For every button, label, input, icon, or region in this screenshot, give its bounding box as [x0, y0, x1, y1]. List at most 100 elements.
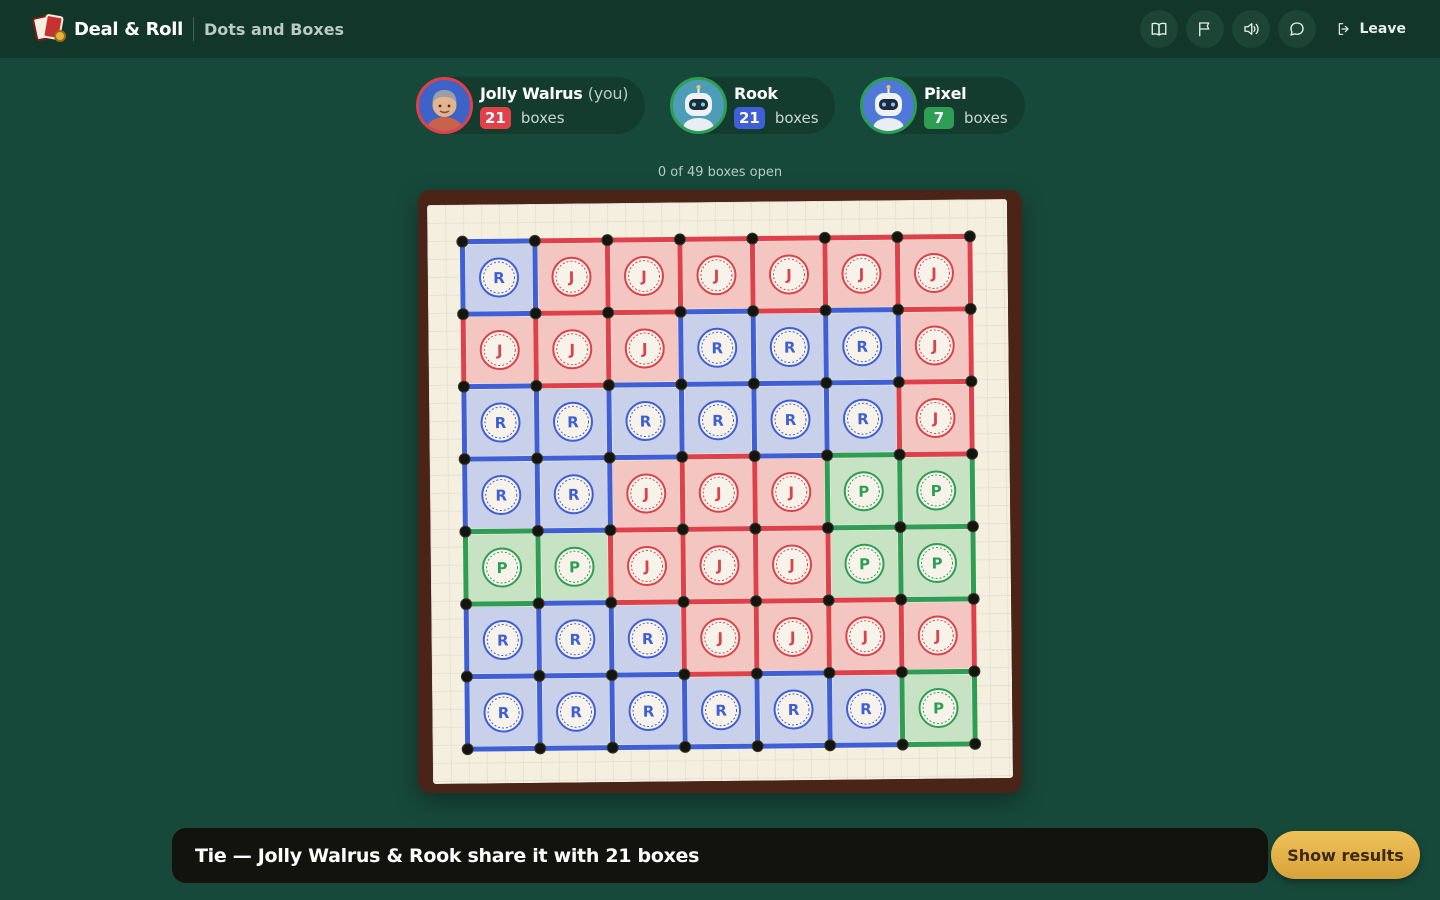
- drawn-edge: [968, 306, 974, 384]
- drawn-edge: [823, 307, 829, 386]
- grid-dot: [678, 668, 691, 681]
- owner-label: J: [640, 268, 647, 286]
- grid-dot: [965, 375, 978, 388]
- drawn-edge: [609, 671, 687, 678]
- drawn-edge: [463, 601, 470, 680]
- drawn-edge: [899, 668, 977, 675]
- grid-dot: [892, 376, 905, 389]
- chat-button[interactable]: [1277, 10, 1316, 48]
- grid-dot: [969, 737, 982, 750]
- owner-label: R: [640, 412, 652, 430]
- owner-label: J: [785, 266, 792, 284]
- drawn-edge: [536, 600, 542, 679]
- drawn-edge: [899, 669, 906, 748]
- resign-button[interactable]: [1185, 10, 1224, 48]
- brand[interactable]: Deal & Roll Dots and Boxes: [31, 13, 344, 44]
- drawn-edge: [827, 742, 906, 748]
- drawn-edge: [826, 597, 832, 676]
- leave-button[interactable]: Leave: [1336, 21, 1406, 37]
- show-results-button[interactable]: Show results: [1271, 831, 1420, 879]
- sound-button[interactable]: [1231, 10, 1270, 48]
- owner-label: R: [860, 700, 872, 718]
- owner-label: P: [931, 554, 942, 572]
- grid-dot: [457, 380, 470, 393]
- grid-dot: [528, 234, 541, 247]
- drawn-edge: [822, 235, 829, 313]
- drawn-edge: [605, 310, 612, 388]
- robot-avatar: [860, 77, 917, 134]
- grid-dot: [963, 230, 976, 243]
- flag-icon: [1198, 22, 1209, 37]
- drawn-edge: [681, 671, 760, 677]
- drawn-edge: [459, 238, 538, 245]
- drawn-edge: [679, 453, 758, 460]
- grid-dot: [673, 233, 686, 246]
- drawn-edge: [604, 236, 683, 243]
- drawn-edge: [896, 378, 974, 385]
- drawn-edge: [970, 523, 977, 602]
- drawn-edge: [607, 454, 685, 461]
- drawn-edge: [967, 233, 974, 312]
- drawn-edge: [826, 669, 905, 676]
- drawn-edge: [606, 381, 684, 388]
- owner-label: J: [716, 557, 723, 575]
- drawn-edge: [823, 380, 830, 458]
- player-card-pixel: Pixel 7 boxes: [860, 77, 1025, 134]
- score-badge: 7: [924, 106, 954, 129]
- drawn-edge: [753, 598, 760, 677]
- brand-name: Deal & Roll: [74, 18, 183, 40]
- result-banner: Tie — Jolly Walrus & Rook share it with …: [172, 828, 1268, 883]
- drawn-edge: [680, 526, 758, 532]
- drawn-edge: [895, 307, 902, 385]
- drawn-edge: [823, 379, 902, 386]
- drawn-edge: [750, 308, 757, 387]
- drawn-edge: [533, 310, 611, 316]
- grid-dot: [459, 525, 472, 538]
- grid-dot: [457, 308, 470, 321]
- owner-label: R: [712, 412, 724, 430]
- grid-dot: [674, 305, 687, 318]
- drawn-edge: [898, 596, 977, 603]
- drawn-edge: [898, 597, 905, 675]
- drawn-edge: [971, 668, 978, 747]
- grid-dot: [749, 522, 762, 535]
- owner-label: J: [641, 340, 648, 358]
- grid-dot: [750, 667, 763, 680]
- owner-label: R: [856, 338, 868, 356]
- leave-label: Leave: [1359, 21, 1406, 37]
- player-card-rook: Rook 21 boxes: [670, 77, 835, 134]
- drawn-edge: [823, 307, 901, 313]
- drawn-edge: [535, 528, 542, 606]
- grid-dot: [823, 666, 836, 679]
- grid-dot: [679, 740, 692, 753]
- grid-dot: [966, 447, 979, 460]
- owner-label: R: [568, 486, 580, 504]
- drawn-edge: [897, 452, 903, 530]
- drawn-edge: [825, 524, 903, 531]
- owner-label: J: [496, 342, 503, 360]
- grid-dot: [605, 669, 618, 682]
- grid-dot: [460, 598, 473, 611]
- grid-dot: [530, 379, 543, 392]
- drawn-edge: [681, 599, 687, 677]
- owner-label: J: [931, 337, 938, 355]
- owner-label: R: [569, 631, 581, 649]
- grid-dot: [892, 303, 905, 316]
- drawn-edge: [460, 311, 467, 390]
- owner-label: J: [568, 341, 575, 359]
- grid-dot: [748, 450, 761, 463]
- robot-avatar: [670, 77, 727, 134]
- owner-label: R: [715, 702, 727, 720]
- owner-label: J: [934, 627, 941, 645]
- owner-label: P: [931, 482, 942, 500]
- grid-dot: [896, 738, 909, 751]
- grid-dot: [458, 453, 471, 466]
- owner-label: R: [642, 630, 654, 648]
- grid-dot: [964, 302, 977, 315]
- dots-grid[interactable]: R J J J J J J J J J R R R J R R R R R R J R R J J J P P P P J J J P P R R R J J…: [427, 199, 1013, 784]
- owner-label: J: [568, 268, 575, 286]
- drawn-edge: [535, 527, 613, 534]
- rules-button[interactable]: [1139, 10, 1178, 48]
- owner-label: P: [496, 559, 507, 577]
- drawn-edge: [681, 598, 759, 605]
